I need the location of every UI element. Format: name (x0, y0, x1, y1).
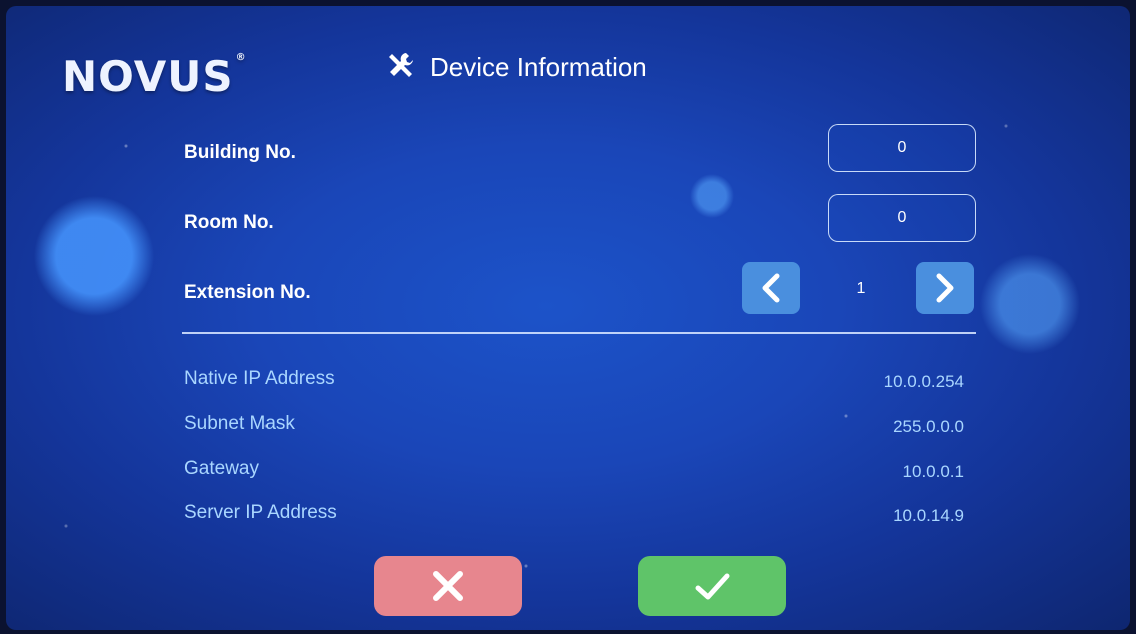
extension-next-button[interactable] (916, 262, 974, 314)
device-screen: NOVUS ® Device Information Building No. 0… (6, 6, 1130, 630)
subnet-mask-label: Subnet Mask (184, 413, 295, 434)
room-number-field[interactable]: 0 (828, 194, 976, 242)
server-ip-label: Server IP Address (184, 502, 337, 523)
chevron-left-icon (762, 273, 780, 303)
confirm-button[interactable] (638, 556, 786, 616)
gateway-value: 10.0.0.1 (902, 462, 964, 481)
novus-logo: NOVUS ® (62, 52, 247, 101)
tools-icon (386, 50, 416, 85)
native-ip-value: 10.0.0.254 (883, 372, 964, 391)
chevron-right-icon (936, 273, 954, 303)
room-label: Room No. (184, 212, 274, 233)
check-icon (695, 573, 730, 600)
extension-prev-button[interactable] (742, 262, 800, 314)
page-header: Device Information (386, 50, 647, 85)
gateway-label: Gateway (184, 458, 259, 479)
cancel-button[interactable] (374, 556, 522, 616)
extension-label: Extension No. (184, 282, 311, 303)
logo-text: NOVUS (62, 52, 234, 101)
trademark-mark: ® (235, 52, 247, 63)
extension-value: 1 (856, 280, 866, 297)
building-label: Building No. (184, 142, 296, 163)
server-ip-value: 10.0.14.9 (893, 506, 964, 525)
native-ip-label: Native IP Address (184, 368, 335, 389)
building-number-field[interactable]: 0 (828, 124, 976, 172)
section-divider (182, 332, 976, 334)
close-icon (433, 571, 463, 601)
subnet-mask-value: 255.0.0.0 (893, 417, 964, 436)
page-title: Device Information (430, 52, 647, 82)
